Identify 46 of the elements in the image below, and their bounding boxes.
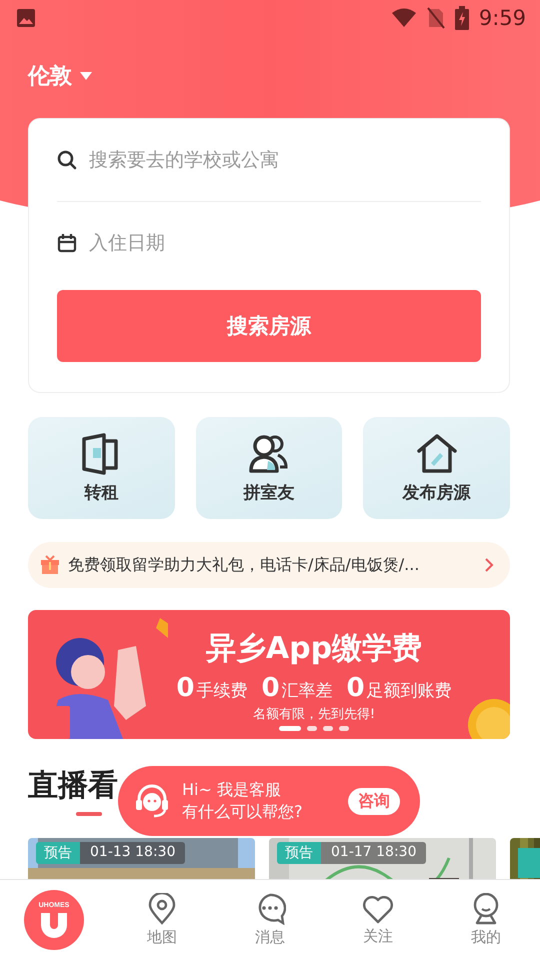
chevron-right-icon xyxy=(484,557,494,573)
wifi-icon xyxy=(390,8,417,28)
shortcut-tile[interactable]: 转租 xyxy=(28,417,175,519)
preview-badge: 预告 xyxy=(36,842,80,864)
live-card[interactable]: 预告 01-17 18:30 xyxy=(269,838,496,879)
battery-icon xyxy=(454,6,469,30)
notice-bar[interactable]: 免费领取留学助力大礼包，电话卡/床品/电饭煲/... xyxy=(28,542,510,588)
status-time: 9:59 xyxy=(478,6,526,30)
map-pin-icon xyxy=(147,893,177,925)
title-underline xyxy=(76,812,102,816)
gift-icon xyxy=(40,555,60,575)
search-icon xyxy=(57,150,77,170)
live-time: 01-17 18:30 xyxy=(321,842,426,864)
banner-feature: 0手续费 xyxy=(176,673,248,703)
preview-badge: 预告 xyxy=(277,842,321,864)
live-card[interactable]: 预告 01-13 18:30 xyxy=(28,838,255,879)
no-sim-icon xyxy=(426,7,445,29)
section-title: 直播看 xyxy=(28,768,118,803)
nav-tab[interactable]: 关注 xyxy=(324,880,432,960)
support-message: Hi~ 我是客服 有什么可以帮您? xyxy=(182,779,304,823)
search-field[interactable]: 搜索要去的学校或公寓 xyxy=(89,149,481,171)
nav-tab[interactable]: 消息 xyxy=(216,880,324,960)
caret-icon xyxy=(80,72,92,80)
notice-text: 免费领取留学助力大礼包，电话卡/床品/电饭煲/... xyxy=(68,554,420,576)
calendar-icon xyxy=(57,233,77,253)
image-icon xyxy=(16,8,36,28)
person-icon xyxy=(471,893,501,925)
house-icon xyxy=(416,432,458,474)
nav-tab[interactable]: 地图 xyxy=(108,880,216,960)
live-time: 01-13 18:30 xyxy=(80,842,186,864)
search-button[interactable]: 搜索房源 xyxy=(57,290,481,362)
promo-banner[interactable]: 异乡App缴学费 0手续费 0 汇率差 0足额到账费 名额有限，先到先得! xyxy=(28,610,510,739)
city-selector[interactable]: 伦敦 xyxy=(28,58,92,94)
date-field[interactable]: 入住日期 xyxy=(89,232,481,254)
shortcut-tile[interactable]: 拼室友 xyxy=(196,417,342,519)
nav-tab[interactable]: 我的 xyxy=(432,880,540,960)
people-icon xyxy=(248,432,290,474)
consult-button[interactable]: 咨询 xyxy=(348,788,400,814)
shortcut-tile[interactable]: 发布房源 xyxy=(363,417,510,519)
banner-feature: 0 汇率差 xyxy=(261,673,333,703)
banner-note: 名额有限，先到先得! xyxy=(252,706,376,723)
banner-feature: 0足额到账费 xyxy=(346,673,452,703)
heart-icon xyxy=(362,894,394,924)
banner-title: 异乡App缴学费 xyxy=(206,630,422,668)
support-bubble[interactable]: Hi~ 我是客服 有什么可以帮您? 咨询 xyxy=(118,766,420,836)
headset-icon xyxy=(134,783,170,819)
